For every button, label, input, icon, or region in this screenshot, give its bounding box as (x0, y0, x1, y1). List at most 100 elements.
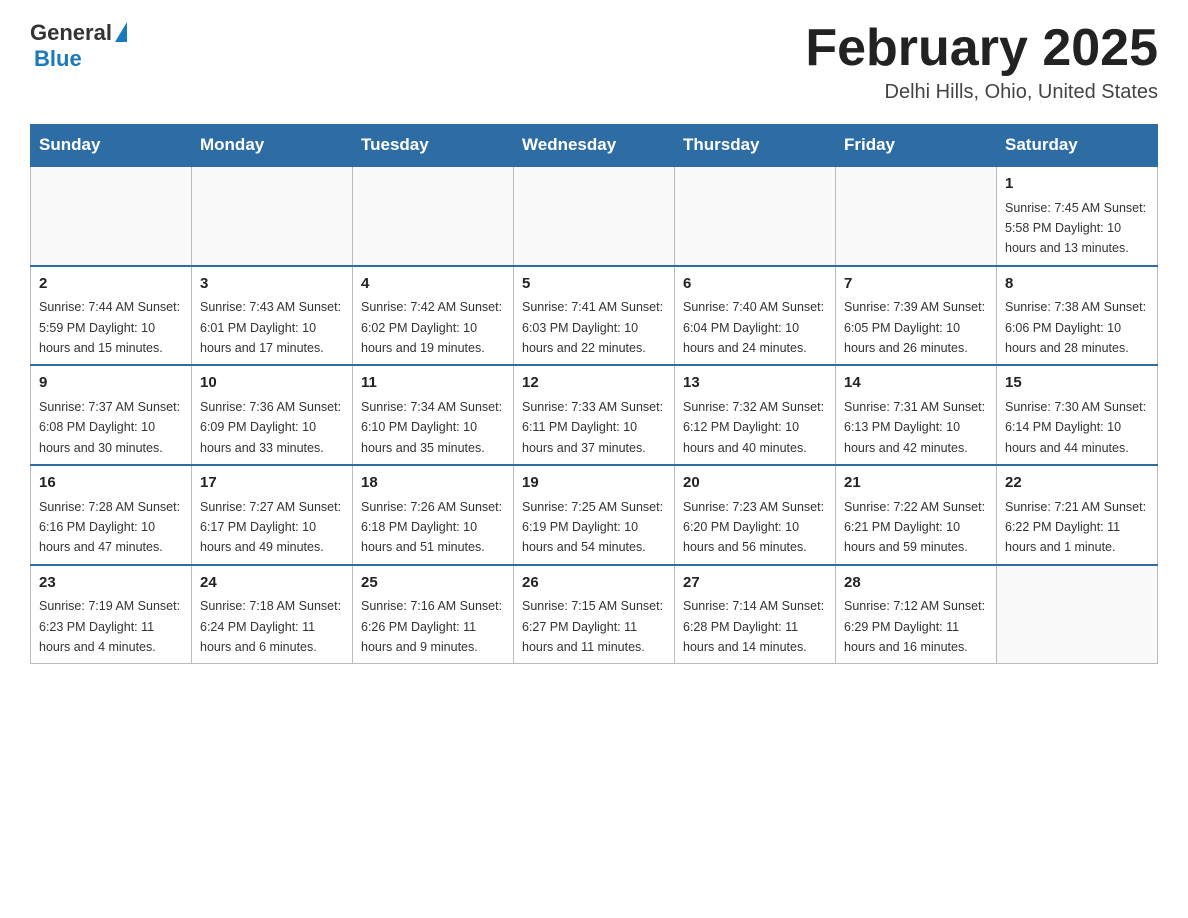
calendar-day-cell: 5 Sunrise: 7:41 AM Sunset: 6:03 PM Daylig… (514, 266, 675, 366)
calendar-day-cell: 17 Sunrise: 7:27 AM Sunset: 6:17 PM Dayli… (192, 465, 353, 565)
day-number: 8 (1005, 273, 1149, 296)
day-info: Sunrise: 7:26 AM Sunset: 6:18 PM Dayligh… (361, 500, 502, 555)
calendar-day-cell: 8 Sunrise: 7:38 AM Sunset: 6:06 PM Daylig… (997, 266, 1158, 366)
day-info: Sunrise: 7:31 AM Sunset: 6:13 PM Dayligh… (844, 400, 985, 455)
calendar-day-cell: 12 Sunrise: 7:33 AM Sunset: 6:11 PM Dayli… (514, 365, 675, 465)
day-info: Sunrise: 7:37 AM Sunset: 6:08 PM Dayligh… (39, 400, 180, 455)
calendar-day-cell (31, 166, 192, 266)
page-header: General Blue February 2025 Delhi Hills, … (30, 20, 1158, 104)
day-number: 5 (522, 273, 666, 296)
day-info: Sunrise: 7:34 AM Sunset: 6:10 PM Dayligh… (361, 400, 502, 455)
day-number: 24 (200, 572, 344, 595)
calendar-day-cell: 16 Sunrise: 7:28 AM Sunset: 6:16 PM Dayli… (31, 465, 192, 565)
calendar-day-cell: 26 Sunrise: 7:15 AM Sunset: 6:27 PM Dayli… (514, 565, 675, 664)
day-info: Sunrise: 7:42 AM Sunset: 6:02 PM Dayligh… (361, 300, 502, 355)
day-number: 3 (200, 273, 344, 296)
calendar-week-row: 1 Sunrise: 7:45 AM Sunset: 5:58 PM Daylig… (31, 166, 1158, 266)
calendar-day-cell: 13Sunrise: 7:32 AM Sunset: 6:12 PM Dayli… (675, 365, 836, 465)
day-info: Sunrise: 7:22 AM Sunset: 6:21 PM Dayligh… (844, 500, 985, 555)
day-info: Sunrise: 7:45 AM Sunset: 5:58 PM Dayligh… (1005, 201, 1146, 256)
day-info: Sunrise: 7:36 AM Sunset: 6:09 PM Dayligh… (200, 400, 341, 455)
day-info: Sunrise: 7:15 AM Sunset: 6:27 PM Dayligh… (522, 599, 663, 654)
day-number: 18 (361, 472, 505, 495)
day-number: 26 (522, 572, 666, 595)
calendar-day-cell: 20 Sunrise: 7:23 AM Sunset: 6:20 PM Dayli… (675, 465, 836, 565)
day-info: Sunrise: 7:25 AM Sunset: 6:19 PM Dayligh… (522, 500, 663, 555)
day-info: Sunrise: 7:44 AM Sunset: 5:59 PM Dayligh… (39, 300, 180, 355)
title-block: February 2025 Delhi Hills, Ohio, United … (805, 20, 1158, 104)
day-of-week-header: Friday (836, 125, 997, 167)
logo-general-text: General (30, 20, 112, 46)
calendar-day-cell: 27 Sunrise: 7:14 AM Sunset: 6:28 PM Dayli… (675, 565, 836, 664)
day-number: 28 (844, 572, 988, 595)
day-of-week-header: Saturday (997, 125, 1158, 167)
day-number: 1 (1005, 173, 1149, 196)
calendar-day-cell: 6Sunrise: 7:40 AM Sunset: 6:04 PM Daylig… (675, 266, 836, 366)
day-number: 15 (1005, 372, 1149, 395)
day-info: Sunrise: 7:14 AM Sunset: 6:28 PM Dayligh… (683, 599, 824, 654)
day-info: Sunrise: 7:12 AM Sunset: 6:29 PM Dayligh… (844, 599, 985, 654)
calendar-day-cell: 9 Sunrise: 7:37 AM Sunset: 6:08 PM Daylig… (31, 365, 192, 465)
day-info: Sunrise: 7:28 AM Sunset: 6:16 PM Dayligh… (39, 500, 180, 555)
calendar-day-cell: 7 Sunrise: 7:39 AM Sunset: 6:05 PM Daylig… (836, 266, 997, 366)
calendar-day-cell: 22 Sunrise: 7:21 AM Sunset: 6:22 PM Dayli… (997, 465, 1158, 565)
location-text: Delhi Hills, Ohio, United States (805, 81, 1158, 104)
day-number: 9 (39, 372, 183, 395)
day-number: 25 (361, 572, 505, 595)
day-of-week-header: Wednesday (514, 125, 675, 167)
day-info: Sunrise: 7:43 AM Sunset: 6:01 PM Dayligh… (200, 300, 341, 355)
day-info: Sunrise: 7:21 AM Sunset: 6:22 PM Dayligh… (1005, 500, 1146, 555)
day-info: Sunrise: 7:23 AM Sunset: 6:20 PM Dayligh… (683, 500, 824, 555)
calendar-day-cell (192, 166, 353, 266)
calendar-week-row: 23 Sunrise: 7:19 AM Sunset: 6:23 PM Dayli… (31, 565, 1158, 664)
day-of-week-header: Sunday (31, 125, 192, 167)
calendar-day-cell (675, 166, 836, 266)
calendar-week-row: 9 Sunrise: 7:37 AM Sunset: 6:08 PM Daylig… (31, 365, 1158, 465)
day-info: Sunrise: 7:38 AM Sunset: 6:06 PM Dayligh… (1005, 300, 1146, 355)
calendar-day-cell: 11 Sunrise: 7:34 AM Sunset: 6:10 PM Dayli… (353, 365, 514, 465)
calendar-day-cell: 23 Sunrise: 7:19 AM Sunset: 6:23 PM Dayli… (31, 565, 192, 664)
day-number: 21 (844, 472, 988, 495)
calendar-day-cell: 18 Sunrise: 7:26 AM Sunset: 6:18 PM Dayli… (353, 465, 514, 565)
logo: General Blue (30, 20, 127, 72)
calendar-day-cell (836, 166, 997, 266)
day-number: 11 (361, 372, 505, 395)
calendar-week-row: 16 Sunrise: 7:28 AM Sunset: 6:16 PM Dayli… (31, 465, 1158, 565)
calendar-day-cell: 10 Sunrise: 7:36 AM Sunset: 6:09 PM Dayli… (192, 365, 353, 465)
day-of-week-header: Tuesday (353, 125, 514, 167)
calendar-header-row: SundayMondayTuesdayWednesdayThursdayFrid… (31, 125, 1158, 167)
calendar-week-row: 2 Sunrise: 7:44 AM Sunset: 5:59 PM Daylig… (31, 266, 1158, 366)
day-info: Sunrise: 7:41 AM Sunset: 6:03 PM Dayligh… (522, 300, 663, 355)
day-info: Sunrise: 7:19 AM Sunset: 6:23 PM Dayligh… (39, 599, 180, 654)
calendar-day-cell (997, 565, 1158, 664)
day-info: Sunrise: 7:33 AM Sunset: 6:11 PM Dayligh… (522, 400, 663, 455)
day-info: Sunrise: 7:27 AM Sunset: 6:17 PM Dayligh… (200, 500, 341, 555)
day-info: Sunrise: 7:40 AM Sunset: 6:04 PM Dayligh… (683, 300, 824, 355)
day-number: 2 (39, 273, 183, 296)
day-number: 20 (683, 472, 827, 495)
calendar-day-cell: 24Sunrise: 7:18 AM Sunset: 6:24 PM Dayli… (192, 565, 353, 664)
calendar-day-cell: 1 Sunrise: 7:45 AM Sunset: 5:58 PM Daylig… (997, 166, 1158, 266)
day-number: 22 (1005, 472, 1149, 495)
calendar-day-cell (353, 166, 514, 266)
day-info: Sunrise: 7:30 AM Sunset: 6:14 PM Dayligh… (1005, 400, 1146, 455)
calendar-day-cell: 14 Sunrise: 7:31 AM Sunset: 6:13 PM Dayli… (836, 365, 997, 465)
logo-blue-text: Blue (34, 46, 82, 72)
logo-triangle-icon (115, 22, 127, 42)
day-number: 16 (39, 472, 183, 495)
day-info: Sunrise: 7:32 AM Sunset: 6:12 PM Dayligh… (683, 400, 824, 455)
calendar-table: SundayMondayTuesdayWednesdayThursdayFrid… (30, 124, 1158, 664)
calendar-day-cell (514, 166, 675, 266)
day-number: 14 (844, 372, 988, 395)
day-number: 10 (200, 372, 344, 395)
day-number: 17 (200, 472, 344, 495)
day-of-week-header: Thursday (675, 125, 836, 167)
day-info: Sunrise: 7:39 AM Sunset: 6:05 PM Dayligh… (844, 300, 985, 355)
month-title: February 2025 (805, 20, 1158, 77)
day-number: 27 (683, 572, 827, 595)
day-number: 7 (844, 273, 988, 296)
day-number: 12 (522, 372, 666, 395)
calendar-day-cell: 4Sunrise: 7:42 AM Sunset: 6:02 PM Daylig… (353, 266, 514, 366)
day-number: 23 (39, 572, 183, 595)
calendar-day-cell: 2 Sunrise: 7:44 AM Sunset: 5:59 PM Daylig… (31, 266, 192, 366)
